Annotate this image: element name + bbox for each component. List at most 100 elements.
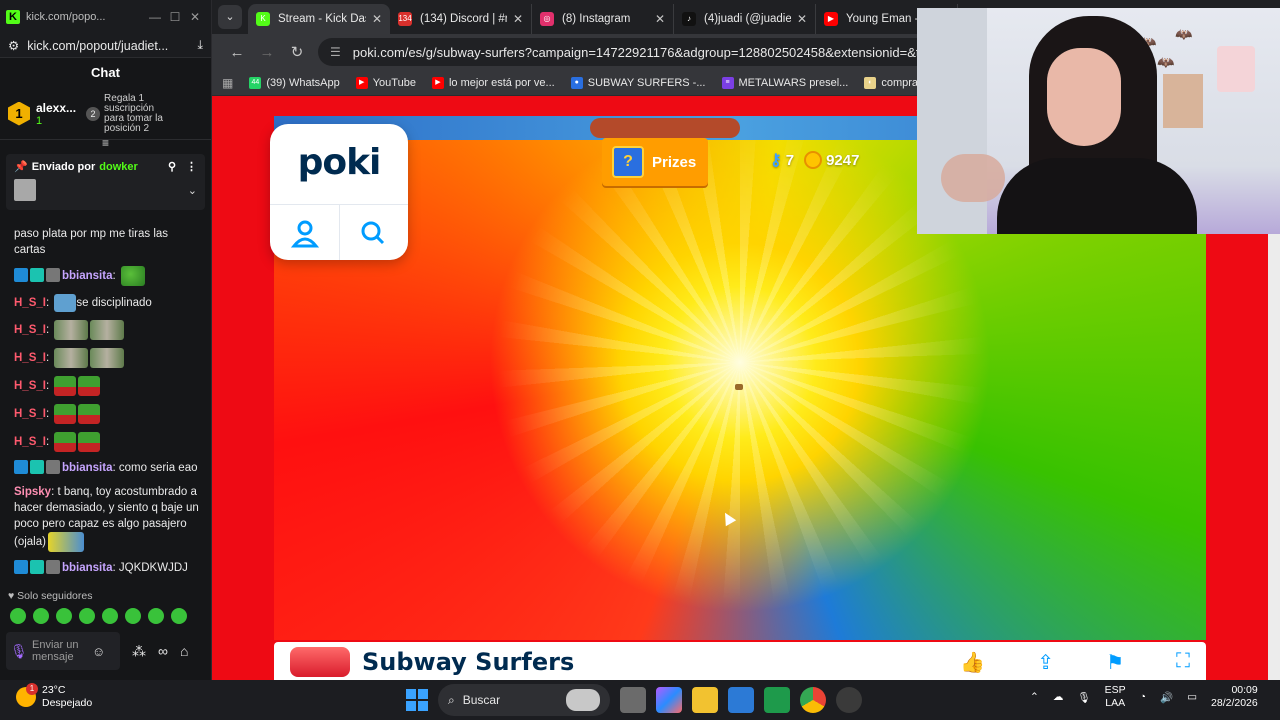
bookmark-item[interactable]: 44 (39) WhatsApp — [249, 76, 340, 89]
chat-username[interactable]: H_S_I — [14, 352, 46, 364]
cloud-icon[interactable]: ☁ — [1053, 691, 1064, 703]
chat-message: H_S_I: — [14, 348, 200, 368]
tab-close-icon[interactable]: ✕ — [797, 12, 807, 26]
emote-icon — [54, 348, 89, 368]
pin-icon: 📌 — [14, 161, 28, 173]
back-icon[interactable]: ← — [222, 44, 252, 61]
chat-url[interactable]: kick.com/popout/juadiet... — [27, 39, 197, 53]
mic-icon[interactable]: 🎙 — [1077, 691, 1090, 704]
chat-username[interactable]: bbiansita — [62, 462, 112, 474]
chat-username[interactable]: Sipsky — [14, 486, 51, 498]
emote-quickbar[interactable] — [10, 608, 187, 624]
infinity-icon[interactable]: ∞ — [158, 643, 168, 659]
top-gifter-name[interactable]: alexx... — [36, 101, 76, 115]
bookmark-favicon-icon: ≡ — [721, 76, 734, 89]
wifi-icon[interactable]: ◔ — [1140, 691, 1146, 703]
chevron-up-icon[interactable]: ⌃ — [1030, 691, 1039, 703]
next-slot-text[interactable]: Regala 1 suscripción para tomar la posic… — [104, 93, 168, 134]
chat-username[interactable]: H_S_I — [14, 297, 46, 309]
address-url[interactable]: poki.com/es/g/subway-surfers?campaign=14… — [353, 45, 982, 60]
browser-tab[interactable]: 134 (134) Discord | #re ✕ — [390, 4, 532, 34]
tab-search-icon[interactable]: ⌄ — [218, 5, 242, 29]
emote-icon[interactable] — [125, 608, 141, 624]
forward-icon[interactable]: → — [252, 44, 282, 61]
chat-input-placeholder[interactable]: Enviar un mensaje — [32, 639, 86, 663]
emote-icon[interactable] — [171, 608, 187, 624]
emote-icon[interactable] — [10, 608, 26, 624]
report-icon[interactable]: ⚑ — [1106, 650, 1124, 675]
emote-icon[interactable] — [33, 608, 49, 624]
mic-icon[interactable]: 🎙 — [10, 643, 32, 660]
minimize-button[interactable]: — — [145, 10, 165, 24]
top-gifter-count: 1 — [36, 114, 43, 127]
browser-tab[interactable]: K Stream - Kick Dash ✕ — [248, 4, 390, 34]
bookmark-item[interactable]: ≡ METALWARS presel... — [721, 76, 848, 89]
emoji-icon[interactable]: ☺ — [92, 644, 105, 659]
volume-icon[interactable]: 🔊 — [1160, 691, 1173, 704]
poki-logo[interactable]: pоki — [270, 142, 408, 183]
emote-icon[interactable] — [102, 608, 118, 624]
bookmark-label: comprar — [881, 76, 922, 89]
fullscreen-icon[interactable]: ⛶ — [1176, 650, 1190, 675]
emote-icon — [90, 348, 125, 368]
search-icon[interactable] — [356, 218, 390, 248]
chat-input[interactable]: 🎙 Enviar un mensaje ☺ — [6, 632, 120, 670]
emote-icon[interactable] — [56, 608, 72, 624]
tab-close-icon[interactable]: ✕ — [655, 12, 665, 26]
clock[interactable]: 00:09 28/2/2026 — [1211, 684, 1258, 710]
tab-close-icon[interactable]: ✕ — [513, 12, 523, 26]
bat-decoration-icon: 🦇 — [1157, 54, 1175, 70]
followers-only-label: ♥ Solo seguidores — [8, 590, 93, 602]
chat-username[interactable]: bbiansita — [62, 562, 112, 574]
close-button[interactable]: ✕ — [185, 10, 205, 24]
chat-text: paso plata por mp me tiras las cartas — [14, 228, 169, 256]
share-icon[interactable]: ⇪ — [1037, 650, 1054, 675]
chevron-down-icon[interactable]: ⌄ — [188, 184, 197, 197]
browser-tab[interactable]: ♪ (4)juadi (@juadiet ✕ — [674, 4, 816, 34]
chrome-icon[interactable] — [800, 687, 826, 713]
copilot-icon[interactable] — [656, 687, 682, 713]
apps-grid-icon[interactable]: ▦ — [222, 76, 233, 90]
chat-username[interactable]: H_S_I — [14, 324, 46, 336]
bookmark-item[interactable]: ▶ lo mejor está por ve... — [431, 76, 555, 89]
emote-icon[interactable] — [79, 608, 95, 624]
tab-close-icon[interactable]: ✕ — [372, 12, 382, 26]
word-icon[interactable] — [728, 687, 754, 713]
reload-icon[interactable]: ↻ — [282, 43, 312, 61]
settings-dots-icon[interactable]: ⁂ — [132, 643, 146, 660]
pinned-user[interactable]: dowker — [99, 161, 138, 173]
kick-chat-window: K kick.com/popo... — ☐ ✕ ⚙ kick.com/popo… — [0, 0, 212, 680]
bookmark-item[interactable]: ◐ comprar — [864, 76, 922, 89]
more-options-icon[interactable]: ⋮ — [186, 160, 197, 173]
like-icon[interactable]: 👍 — [960, 650, 985, 675]
store-icon[interactable]: ⌂ — [180, 643, 188, 659]
bookmark-item[interactable]: ● SUBWAY SURFERS -... — [570, 76, 706, 89]
battery-icon[interactable]: ▭ — [1187, 691, 1197, 703]
chat-username[interactable]: H_S_I — [14, 380, 46, 392]
language-indicator[interactable]: ESP LAA — [1105, 684, 1126, 710]
chat-username[interactable]: bbiansita — [62, 270, 112, 282]
start-button[interactable] — [406, 689, 428, 711]
obs-icon[interactable] — [836, 687, 862, 713]
pinned-message[interactable]: 📌 Enviado por dowker ⚲ ⋮ ⌄ — [6, 154, 205, 210]
file-explorer-icon[interactable] — [692, 687, 718, 713]
weather-widget[interactable]: 1 23°C Despejado — [16, 683, 92, 710]
user-badge-icon — [46, 460, 60, 474]
maximize-button[interactable]: ☐ — [165, 10, 185, 24]
excel-icon[interactable] — [764, 687, 790, 713]
filter-icon[interactable]: ≡ — [0, 137, 211, 149]
user-icon[interactable] — [288, 218, 322, 248]
task-view-icon[interactable] — [620, 687, 646, 713]
chat-username[interactable]: H_S_I — [14, 436, 46, 448]
bookmark-favicon-icon: 44 — [249, 76, 262, 89]
site-info-icon[interactable]: ☰ — [330, 45, 341, 59]
emote-icon[interactable] — [148, 608, 164, 624]
bookmark-item[interactable]: ▶ YouTube — [355, 76, 416, 89]
browser-tab[interactable]: ◎ (8) Instagram ✕ — [532, 4, 674, 34]
taskbar-search[interactable]: ⌕ Buscar — [438, 684, 610, 716]
chat-username[interactable]: H_S_I — [14, 408, 46, 420]
unpin-icon[interactable]: ⚲ — [168, 160, 176, 173]
prizes-button[interactable]: ? Prizes — [602, 138, 708, 186]
site-settings-icon[interactable]: ⚙ — [8, 38, 19, 53]
download-icon[interactable]: ⤓ — [197, 38, 203, 53]
